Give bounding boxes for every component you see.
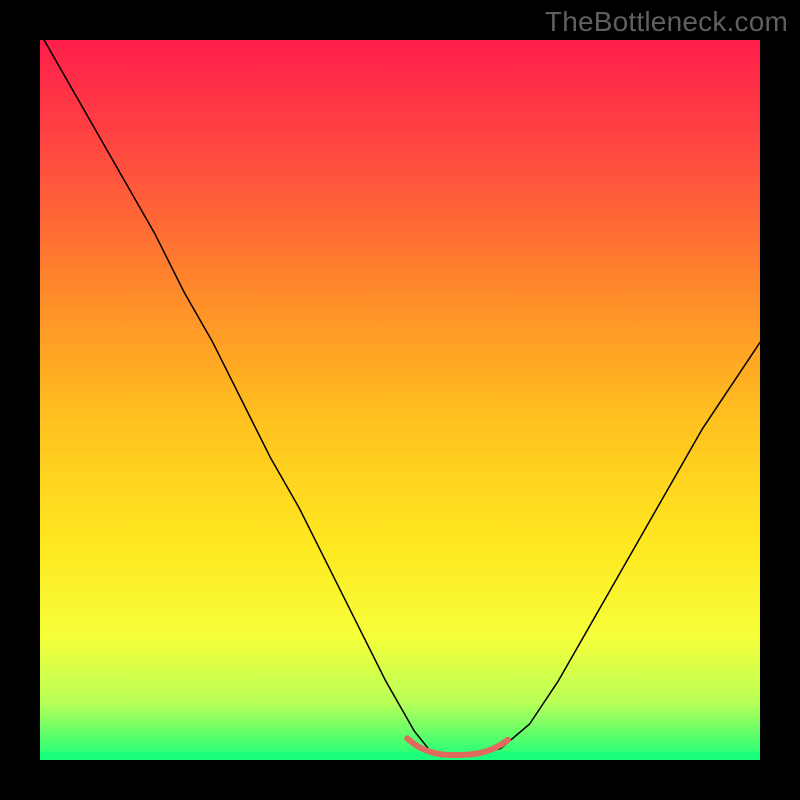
chart-svg [40,40,760,760]
chart-frame: TheBottleneck.com [0,0,800,800]
chart-bottom-band [40,752,760,760]
watermark-text: TheBottleneck.com [545,6,788,38]
chart-plot [40,40,760,760]
chart-background [40,40,760,760]
